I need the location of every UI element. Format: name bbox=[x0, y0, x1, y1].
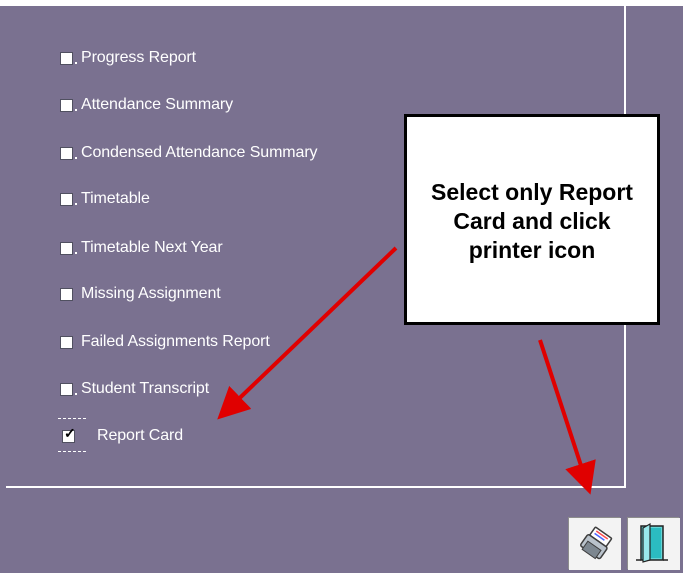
checkbox-dot-icon bbox=[75, 156, 77, 159]
checkmark-icon: ✓ bbox=[64, 425, 76, 441]
student-transcript-checkbox[interactable] bbox=[60, 382, 73, 396]
report-option-missing-assignment[interactable]: Missing Assignment bbox=[60, 283, 221, 305]
report-option-timetable[interactable]: Timetable bbox=[60, 188, 150, 210]
report-card-checkbox[interactable]: ✓ bbox=[62, 426, 76, 443]
checkbox-dot-icon bbox=[75, 202, 77, 205]
timetable-next-year-checkbox[interactable] bbox=[60, 241, 73, 255]
checkbox-dot-icon bbox=[75, 251, 77, 254]
report-option-label: Progress Report bbox=[81, 49, 196, 66]
report-option-label: Student Transcript bbox=[81, 380, 210, 397]
report-option-attendance-summary[interactable]: Attendance Summary bbox=[60, 94, 233, 116]
arrow-to-printer bbox=[538, 339, 596, 495]
missing-assignment-checkbox[interactable] bbox=[60, 287, 73, 301]
report-option-failed-assignments-report[interactable]: Failed Assignments Report bbox=[60, 331, 270, 353]
report-card-focus-box: ✓ bbox=[58, 418, 86, 452]
report-option-student-transcript[interactable]: Student Transcript bbox=[60, 378, 209, 400]
report-option-timetable-next-year[interactable]: Timetable Next Year bbox=[60, 237, 223, 259]
progress-report-checkbox[interactable] bbox=[60, 51, 73, 65]
failed-assignments-report-checkbox[interactable] bbox=[60, 335, 73, 349]
instruction-callout: Select only Report Card and click printe… bbox=[404, 114, 660, 325]
printer-button[interactable] bbox=[568, 517, 621, 570]
attendance-summary-checkbox[interactable] bbox=[60, 98, 73, 112]
top-border-strip bbox=[0, 0, 683, 6]
bottom-toolbar bbox=[568, 517, 680, 570]
report-option-label: Attendance Summary bbox=[81, 96, 234, 113]
report-selection-screen: Progress Report Attendance Summary Conde… bbox=[0, 0, 683, 573]
checkbox-dot-icon bbox=[75, 392, 77, 395]
report-option-label: Report Card bbox=[97, 427, 184, 444]
condensed-attendance-summary-checkbox[interactable] bbox=[60, 146, 73, 160]
report-option-label: Timetable Next Year bbox=[81, 239, 223, 256]
callout-text: Select only Report Card and click printe… bbox=[431, 179, 633, 263]
panel-bottom-border bbox=[6, 486, 626, 488]
checkbox-dot-icon bbox=[75, 108, 77, 111]
timetable-checkbox[interactable] bbox=[60, 192, 73, 206]
report-option-label: Timetable bbox=[81, 190, 150, 207]
checkbox-dot-icon bbox=[75, 61, 77, 64]
report-option-condensed-attendance-summary[interactable]: Condensed Attendance Summary bbox=[60, 142, 318, 164]
exit-button[interactable] bbox=[627, 517, 680, 570]
printer-icon bbox=[569, 518, 621, 570]
door-icon bbox=[628, 518, 680, 570]
report-option-label: Missing Assignment bbox=[81, 285, 221, 302]
report-option-report-card[interactable]: Report Card bbox=[97, 425, 183, 447]
report-option-progress-report[interactable]: Progress Report bbox=[60, 47, 196, 69]
report-option-label: Failed Assignments Report bbox=[81, 333, 270, 350]
report-option-label: Condensed Attendance Summary bbox=[81, 144, 318, 161]
